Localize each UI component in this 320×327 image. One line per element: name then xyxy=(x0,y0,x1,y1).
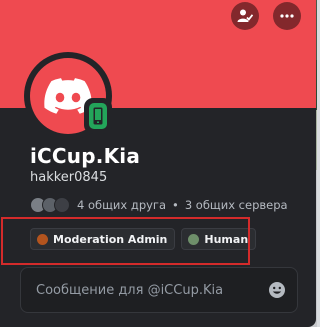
role-moderation-admin[interactable]: Moderation Admin xyxy=(30,228,176,250)
role-label: Human xyxy=(204,232,249,246)
message-input[interactable] xyxy=(34,281,267,299)
profile-popout: iCCup.Kia hakker0845 4 общих друга • 3 о… xyxy=(0,0,316,327)
add-friend-button[interactable] xyxy=(231,2,259,30)
mutual-friends-link[interactable]: 4 общих друга xyxy=(77,198,166,212)
emoji-icon xyxy=(269,282,285,298)
separator-dot: • xyxy=(172,198,179,212)
role-color-dot xyxy=(188,233,200,245)
emoji-button[interactable] xyxy=(267,280,287,300)
mutual-avatars[interactable] xyxy=(30,197,74,213)
username[interactable]: hakker0845 xyxy=(30,170,107,185)
display-name: iCCup.Kia xyxy=(30,144,141,168)
status-indicator xyxy=(84,98,112,134)
add-friend-icon xyxy=(237,9,253,22)
message-box xyxy=(20,267,298,313)
mobile-online-icon xyxy=(93,107,103,125)
mutuals-row: 4 общих друга • 3 общих сервера xyxy=(30,196,288,214)
mutual-servers-link[interactable]: 3 общих сервера xyxy=(185,198,288,212)
roles-list: Moderation Admin Human xyxy=(30,228,257,250)
role-label: Moderation Admin xyxy=(53,232,168,246)
mutual-avatar xyxy=(54,197,70,213)
more-icon xyxy=(280,14,294,18)
role-human[interactable]: Human xyxy=(181,228,257,250)
role-color-dot xyxy=(37,233,48,245)
more-options-button[interactable] xyxy=(273,2,301,30)
